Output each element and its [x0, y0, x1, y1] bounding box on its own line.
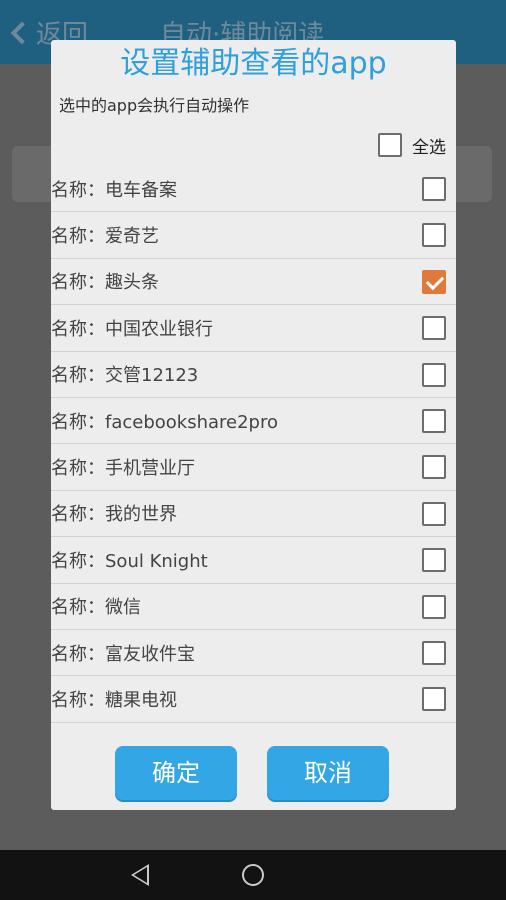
app-checkbox[interactable] — [422, 177, 446, 201]
app-name-label: 名称：我的世界 — [51, 504, 177, 526]
app-list-item[interactable]: 名称：中国农业银行 — [51, 305, 456, 352]
app-list-item[interactable]: 名称：富友收件宝 — [51, 630, 456, 677]
home-circle-icon[interactable] — [242, 864, 264, 886]
back-triangle-inner — [134, 867, 147, 883]
app-name-label: 名称：交管12123 — [51, 365, 199, 387]
app-name-label: 名称：微信 — [51, 597, 141, 619]
select-all-option[interactable]: 全选 — [378, 132, 446, 158]
app-checkbox[interactable] — [422, 501, 446, 526]
app-checkbox[interactable] — [422, 548, 446, 573]
app-list-item[interactable]: 名称：糖果电视 — [51, 676, 456, 723]
app-name-label: 名称：中国农业银行 — [51, 318, 213, 340]
dialog-subtitle: 选中的app会执行自动操作 — [59, 96, 250, 115]
app-list-item[interactable]: 名称：交管12123 — [51, 352, 456, 398]
confirm-button[interactable]: 确定 — [115, 746, 237, 800]
app-checkbox[interactable] — [422, 223, 446, 248]
app-checkbox[interactable] — [422, 269, 446, 294]
app-select-dialog: 设置辅助查看的app 选中的app会执行自动操作 全选 名称：电车备案 名称：爱奇… — [51, 40, 456, 810]
app-name-label: 名称：手机营业厅 — [51, 458, 195, 480]
select-all-label: 全选 — [412, 137, 446, 158]
app-list-item[interactable]: 名称：趣头条 — [51, 259, 456, 306]
app-list[interactable]: 名称：电车备案 名称：爱奇艺 名称：趣头条名称：中国农业银行 名称：交管12123 名称… — [51, 166, 456, 736]
app-name-label: 名称：电车备案 — [51, 179, 177, 201]
dialog-title: 设置辅助查看的app — [120, 46, 387, 81]
app-checkbox[interactable] — [422, 408, 446, 433]
app-name-label: 名称：facebookshare2pro — [51, 411, 279, 433]
app-checkbox[interactable] — [422, 316, 446, 341]
select-all-checkbox[interactable] — [378, 133, 402, 157]
app-checkbox[interactable] — [422, 455, 446, 480]
app-list-item[interactable]: 名称：电车备案 — [51, 166, 456, 213]
app-name-label: 名称：趣头条 — [51, 272, 159, 294]
cancel-button[interactable]: 取消 — [267, 746, 389, 800]
app-checkbox[interactable] — [422, 362, 446, 387]
app-list-item[interactable]: 名称：我的世界 — [51, 491, 456, 538]
app-list-item[interactable]: 名称：facebookshare2pro — [51, 398, 456, 445]
system-navigation-bar — [0, 850, 506, 900]
app-list-item[interactable]: 名称：Soul Knight — [51, 537, 456, 584]
app-list-item[interactable]: 名称：微信 — [51, 584, 456, 630]
app-checkbox[interactable] — [422, 687, 446, 712]
app-list-item[interactable]: 名称：手机营业厅 — [51, 444, 456, 491]
app-name-label: 名称：爱奇艺 — [51, 226, 159, 248]
chevron-left-icon — [10, 21, 34, 44]
app-checkbox[interactable] — [422, 594, 446, 619]
app-name-label: 名称：Soul Knight — [51, 550, 208, 572]
app-list-item[interactable]: 名称：爱奇艺 — [51, 212, 456, 259]
app-name-label: 名称：富友收件宝 — [51, 643, 195, 665]
app-name-label: 名称：糖果电视 — [51, 689, 177, 711]
app-checkbox[interactable] — [422, 640, 446, 665]
